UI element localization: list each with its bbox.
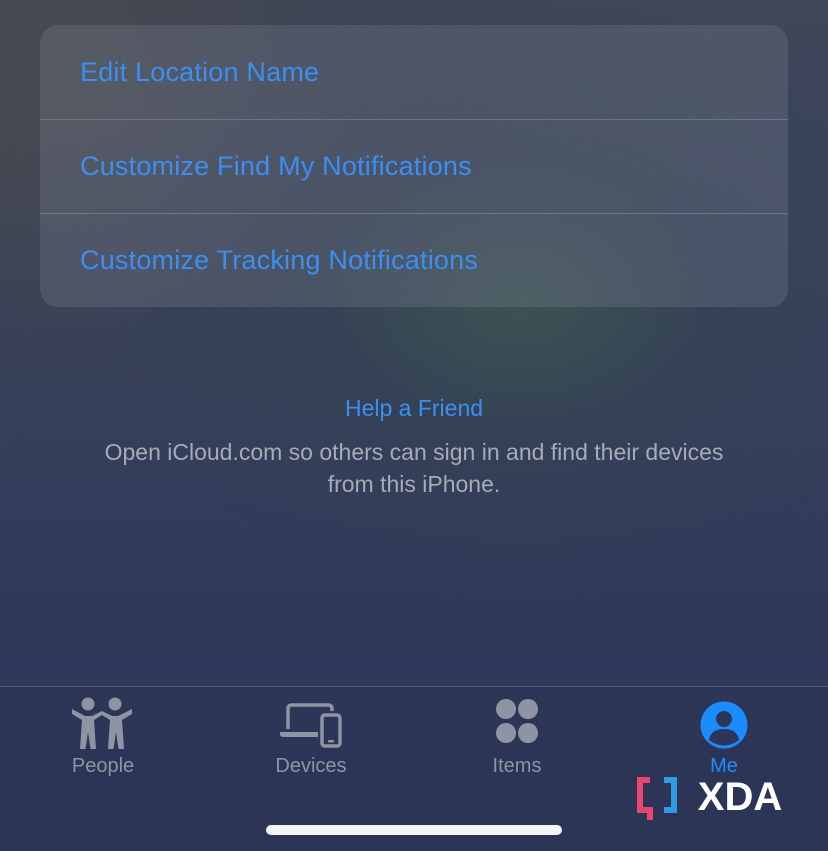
- tab-items[interactable]: Items: [437, 695, 597, 785]
- customize-tracking-notifications-button[interactable]: Customize Tracking Notifications: [40, 213, 788, 307]
- tab-items-label: Items: [492, 755, 542, 777]
- tab-me[interactable]: Me: [644, 695, 804, 785]
- devices-icon: [280, 703, 342, 748]
- help-a-friend-description: Open iCloud.com so others can sign in an…: [104, 439, 724, 497]
- person-circle-icon: [700, 701, 748, 749]
- customize-tracking-notifications-label: Customize Tracking Notifications: [80, 245, 479, 275]
- tab-people[interactable]: People: [23, 695, 183, 785]
- tab-devices-label: Devices: [275, 755, 347, 777]
- xda-logo-text: XDA: [698, 775, 782, 819]
- home-indicator[interactable]: [266, 825, 562, 835]
- customize-find-my-notifications-label: Customize Find My Notifications: [80, 151, 472, 181]
- tab-devices[interactable]: Devices: [231, 695, 391, 785]
- tab-people-label: People: [71, 755, 135, 777]
- help-a-friend-section: Help a Friend Open iCloud.com so others …: [0, 395, 828, 500]
- edit-location-name-label: Edit Location Name: [80, 56, 320, 87]
- help-a-friend-link[interactable]: Help a Friend: [345, 395, 483, 422]
- xda-logo: XDA: [637, 775, 782, 820]
- items-icon: [496, 699, 538, 743]
- edit-location-name-button[interactable]: Edit Location Name: [40, 25, 788, 119]
- people-icon: [72, 697, 132, 749]
- settings-card: Edit Location Name Customize Find My Not…: [40, 25, 788, 307]
- customize-find-my-notifications-button[interactable]: Customize Find My Notifications: [40, 119, 788, 213]
